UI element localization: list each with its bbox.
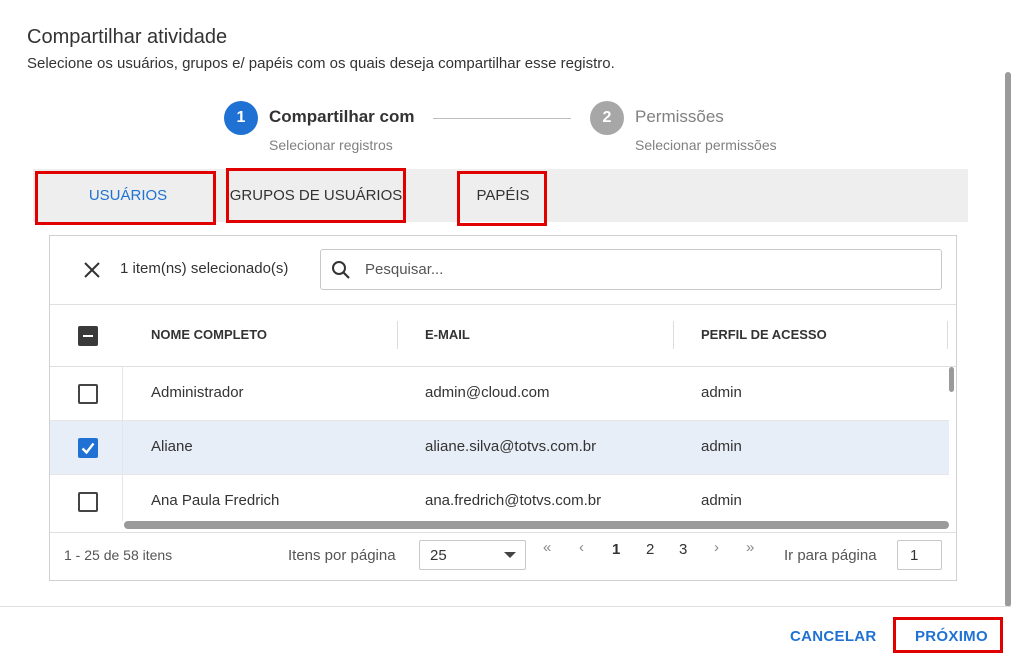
step-1-label: Compartilhar com <box>269 107 415 126</box>
page-3-button[interactable]: 3 <box>679 541 687 558</box>
column-header-profile[interactable]: PERFIL DE ACESSO <box>701 327 827 342</box>
select-all-checkbox[interactable] <box>78 326 98 346</box>
dialog-subtitle: Selecione os usuários, grupos e/ papéis … <box>27 55 615 72</box>
selected-count: 1 item(ns) selecionado(s) <box>120 260 289 277</box>
table-header: NOME COMPLETO E-MAIL PERFIL DE ACESSO <box>50 304 956 367</box>
caret-down-icon <box>504 552 516 558</box>
scrollbar-thumb[interactable] <box>949 367 954 392</box>
step-2[interactable]: 2 Permissões Selecionar permissões <box>590 101 777 153</box>
tab-papeis[interactable]: PAPÉIS <box>458 169 548 222</box>
cancel-button[interactable]: CANCELAR <box>790 628 877 645</box>
column-divider[interactable] <box>673 321 674 349</box>
column-divider[interactable] <box>947 321 948 349</box>
pagination: 1 - 25 de 58 itens Itens por página 25 «… <box>50 532 956 582</box>
table-row[interactable]: Ana Paula Fredrich ana.fredrich@totvs.co… <box>50 475 949 521</box>
cell-profile: admin <box>701 492 742 509</box>
row-checkbox[interactable] <box>78 438 98 458</box>
cell-profile: admin <box>701 384 742 401</box>
last-page-button[interactable]: » <box>746 539 754 556</box>
dialog-title: Compartilhar atividade <box>27 26 228 48</box>
next-page-button[interactable]: › <box>714 539 719 556</box>
step-2-label: Permissões <box>635 107 724 126</box>
search-icon <box>331 260 351 285</box>
goto-page-label: Ir para página <box>784 547 877 564</box>
step-2-number: 2 <box>590 101 624 135</box>
dialog-scrollbar[interactable] <box>1005 72 1011 607</box>
table-toolbar: 1 item(ns) selecionado(s) <box>50 236 956 304</box>
checkmark-icon <box>81 442 95 455</box>
tab-grupos-de-usuarios[interactable]: GRUPOS DE USUÁRIOS <box>226 169 406 222</box>
search-box <box>320 249 942 290</box>
users-table-card: 1 item(ns) selecionado(s) NOME COMPLETO … <box>49 235 957 581</box>
row-checkbox[interactable] <box>78 384 98 404</box>
cell-name: Administrador <box>151 384 244 401</box>
column-divider[interactable] <box>397 321 398 349</box>
cell-name: Ana Paula Fredrich <box>151 492 280 509</box>
cell-email: ana.fredrich@totvs.com.br <box>425 492 602 509</box>
tab-bar: USUÁRIOS GRUPOS DE USUÁRIOS PAPÉIS <box>33 169 968 222</box>
column-header-email[interactable]: E-MAIL <box>425 327 470 342</box>
next-button[interactable]: PRÓXIMO <box>915 628 988 645</box>
page-1-button[interactable]: 1 <box>612 541 620 558</box>
previous-page-button[interactable]: ‹ <box>579 539 584 556</box>
items-per-page-label: Itens por página <box>288 547 396 564</box>
column-header-name[interactable]: NOME COMPLETO <box>151 327 267 342</box>
table-row[interactable]: Aliane aliane.silva@totvs.com.br admin <box>50 421 949 475</box>
first-page-button[interactable]: « <box>543 539 551 556</box>
search-input[interactable] <box>365 256 925 283</box>
cell-email: admin@cloud.com <box>425 384 550 401</box>
items-per-page-select[interactable]: 25 <box>419 540 526 570</box>
footer-divider <box>0 606 1011 607</box>
stepper-connector <box>433 118 571 119</box>
step-1[interactable]: 1 Compartilhar com Selecionar registros <box>224 101 414 153</box>
tab-usuarios[interactable]: USUÁRIOS <box>33 169 223 222</box>
table-horizontal-scrollbar[interactable] <box>124 521 949 529</box>
cell-name: Aliane <box>151 438 193 455</box>
row-checkbox[interactable] <box>78 492 98 512</box>
cell-email: aliane.silva@totvs.com.br <box>425 438 597 455</box>
step-2-sublabel: Selecionar permissões <box>635 137 777 153</box>
cell-profile: admin <box>701 438 742 455</box>
page-2-button[interactable]: 2 <box>646 541 654 558</box>
goto-page-input[interactable] <box>897 540 942 570</box>
pagination-range: 1 - 25 de 58 itens <box>64 547 173 563</box>
table-vertical-scrollbar[interactable] <box>948 367 956 527</box>
items-per-page-value: 25 <box>430 547 447 564</box>
step-1-number: 1 <box>224 101 258 135</box>
close-icon[interactable] <box>78 258 106 282</box>
table-row[interactable]: Administrador admin@cloud.com admin <box>50 367 949 421</box>
step-1-sublabel: Selecionar registros <box>269 137 393 153</box>
